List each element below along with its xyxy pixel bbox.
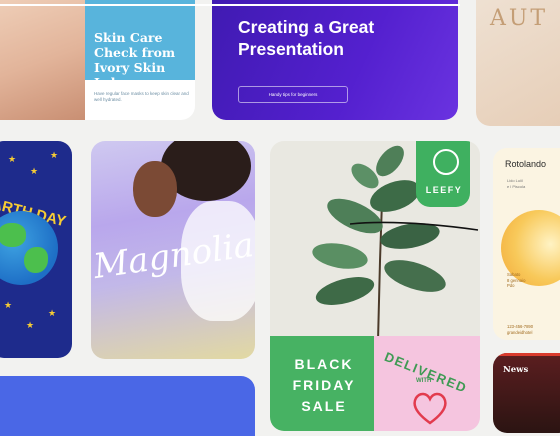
contact-line: 123-456-7890 — [507, 324, 534, 329]
leefy-template-card[interactable]: LEEFY BLACK FRIDAY SALE DELIVERED WITH — [270, 141, 480, 431]
rotolando-info: Lido Luiil e l Piscola — [507, 178, 525, 189]
info-line: e l Piscola — [507, 183, 526, 189]
autumn-template-card[interactable]: AUT — [476, 0, 560, 126]
rotolando-template-card[interactable]: Rotolando Lido Luiil e l Piscola Sabato … — [493, 148, 560, 340]
contact-line: grandeidhotel — [507, 329, 533, 335]
star-icon: ★ — [4, 301, 13, 311]
presentation-template-card[interactable]: Creating a Great Presentation Handy tips… — [212, 0, 458, 120]
black-friday-text: BLACK FRIDAY SALE — [278, 354, 370, 417]
earth-day-template-card[interactable]: ★ ★ ★ ★ ★ ★ EARTH DAY — [0, 141, 72, 358]
magnolia-template-card[interactable]: Magnolia — [91, 141, 255, 359]
top-divider-line — [0, 4, 460, 6]
skin-care-template-card[interactable]: Skin Care Check from Ivory Skin Lab Have… — [0, 0, 195, 120]
sale-line: BLACK — [294, 356, 354, 372]
rotolando-title: Rotolando — [505, 159, 547, 169]
with-text: WITH — [416, 378, 432, 384]
sale-line: SALE — [301, 398, 347, 414]
sale-line: FRIDAY — [292, 377, 356, 393]
info-line: Lido Luiil — [507, 178, 523, 183]
globe-land — [24, 247, 48, 273]
schedule-line: Pdo — [507, 283, 515, 288]
presentation-title: Creating a Great Presentation — [238, 17, 375, 59]
magnolia-face — [133, 161, 177, 217]
skin-care-photo — [0, 0, 85, 120]
star-icon: ★ — [30, 167, 39, 177]
skin-care-title: Skin Care Check from Ivory Skin Lab — [94, 30, 176, 90]
news-template-card[interactable]: News — [493, 353, 560, 433]
news-title: News — [503, 365, 529, 375]
leaf-icon — [433, 149, 459, 175]
star-icon: ★ — [50, 151, 59, 161]
star-icon: ★ — [48, 309, 57, 319]
rotolando-contact: 123-456-7890 grandeidhotel — [507, 324, 533, 335]
scribble-line — [350, 221, 479, 231]
blue-template-card[interactable] — [0, 376, 255, 436]
leefy-brand: LEEFY — [425, 185, 463, 195]
rotolando-schedule: Sabato 8 gennaio Pdo — [507, 272, 525, 289]
skin-care-subtitle: Have regular face masks to keep skin cle… — [94, 91, 189, 102]
globe-land — [0, 223, 26, 247]
news-stripe — [493, 353, 560, 356]
star-icon: ★ — [26, 321, 35, 331]
star-icon: ★ — [8, 155, 17, 165]
autumn-title: AUT — [490, 6, 549, 31]
presentation-tips-button: Handy tips for beginners — [238, 86, 348, 103]
